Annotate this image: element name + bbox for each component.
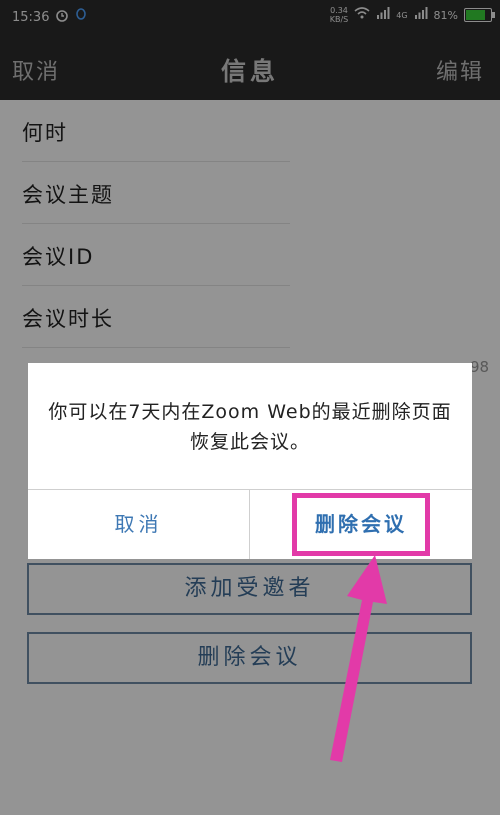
annotation-arrow-icon <box>330 555 387 762</box>
